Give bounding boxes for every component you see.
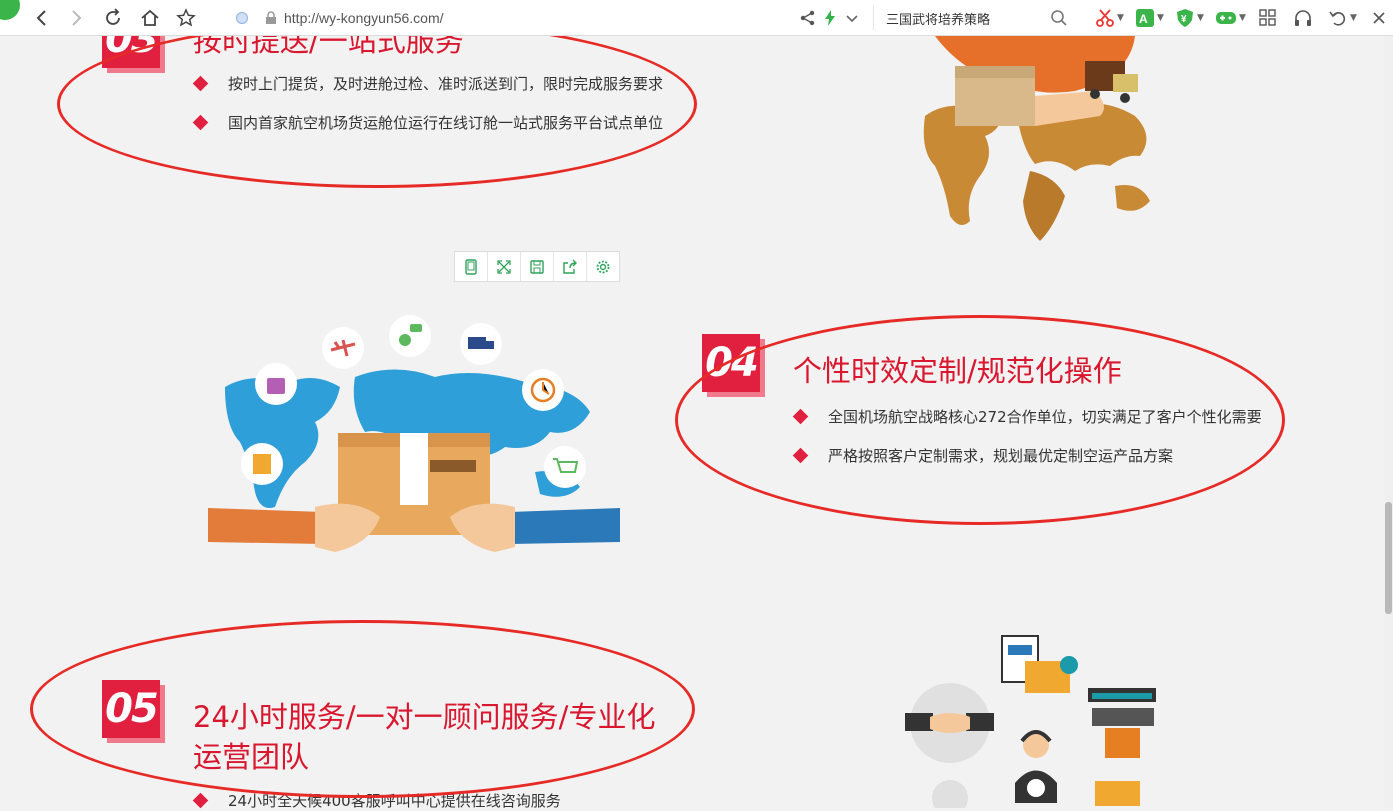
search-text: 三国武将培养策略	[886, 12, 991, 28]
phone-icon[interactable]	[455, 252, 488, 281]
browser-logo	[0, 0, 20, 20]
bullet-text: 严格按照客户定制需求，规划最优定制空运产品方案	[828, 447, 1174, 465]
site-icon	[236, 12, 248, 24]
gold-world-map-illustration	[923, 36, 1150, 241]
section-04-bullet-1: 全国机场航空战略核心272合作单位，切实满足了客户个性化需要	[792, 406, 1262, 427]
gear-icon[interactable]	[587, 252, 619, 281]
section-05-title-line-1: 24小时服务/一对一顾问服务/专业化	[193, 700, 656, 734]
undo-icon[interactable]: ▼	[1328, 7, 1357, 29]
bullet-diamond-icon	[192, 792, 209, 809]
svg-text:A: A	[1139, 12, 1148, 26]
url-text: http://wy-kongyun56.com/	[284, 10, 444, 26]
section-03-bullet-1: 按时上门提货，及时进舱过检、准时派送到门，限时完成服务要求	[192, 73, 664, 94]
close-icon[interactable]	[1372, 7, 1386, 29]
section-04-title: 个性时效定制/规范化操作	[793, 354, 1122, 388]
browser-toolbar: http://wy-kongyun56.com/ 三国武将培养策略 ▼ A ▼ ¥…	[0, 0, 1393, 36]
scissors-icon[interactable]: ▼	[1095, 7, 1124, 29]
translate-icon[interactable]: A ▼	[1135, 7, 1164, 29]
bullet-text: 国内首家航空机场货运舱位运行在线订舱一站式服务平台试点单位	[228, 114, 664, 132]
section-04-bullet-2: 严格按照客户定制需求，规划最优定制空运产品方案	[792, 445, 1174, 466]
star-icon[interactable]	[174, 6, 198, 30]
forward-icon[interactable]	[64, 6, 88, 30]
yen-shield-icon[interactable]: ¥ ▼	[1175, 7, 1204, 29]
bolt-icon[interactable]	[818, 6, 842, 30]
search-input[interactable]: 三国武将培养策略	[873, 6, 1078, 30]
save-icon[interactable]	[521, 252, 554, 281]
svg-text:¥: ¥	[1181, 14, 1187, 25]
back-icon[interactable]	[30, 6, 54, 30]
gamepad-icon[interactable]: ▼	[1215, 7, 1246, 29]
lock-icon	[266, 11, 276, 24]
blue-world-map-illustration	[208, 315, 620, 552]
section-03-bullet-2: 国内首家航空机场货运舱位运行在线订舱一站式服务平台试点单位	[192, 112, 664, 133]
customer-service-illustration	[905, 635, 1156, 808]
bullet-text: 全国机场航空战略核心272合作单位，切实满足了客户个性化需要	[828, 408, 1262, 426]
chevron-down-icon[interactable]	[840, 6, 864, 30]
search-icon[interactable]	[1050, 9, 1068, 27]
bullet-text: 按时上门提货，及时进舱过检、准时派送到门，限时完成服务要求	[228, 75, 664, 93]
section-04-badge: 04	[702, 334, 760, 392]
address-bar[interactable]: http://wy-kongyun56.com/	[236, 6, 796, 30]
home-icon[interactable]	[138, 6, 162, 30]
section-05-badge: 05	[102, 680, 160, 738]
section-05-title-line-2: 运营团队	[193, 740, 310, 774]
bullet-diamond-icon	[192, 75, 209, 92]
scrollbar-thumb[interactable]	[1385, 502, 1392, 614]
fullscreen-icon[interactable]	[488, 252, 521, 281]
reload-icon[interactable]	[101, 6, 125, 30]
page-scrollbar[interactable]	[1384, 36, 1393, 808]
headphones-icon[interactable]	[1293, 7, 1313, 29]
share-out-icon[interactable]	[554, 252, 587, 281]
bullet-diamond-icon	[192, 114, 209, 131]
share-icon[interactable]	[796, 6, 820, 30]
apps-grid-icon[interactable]	[1259, 7, 1277, 29]
bullet-diamond-icon	[792, 447, 809, 464]
image-mini-toolbar	[454, 251, 620, 282]
bullet-diamond-icon	[792, 408, 809, 425]
